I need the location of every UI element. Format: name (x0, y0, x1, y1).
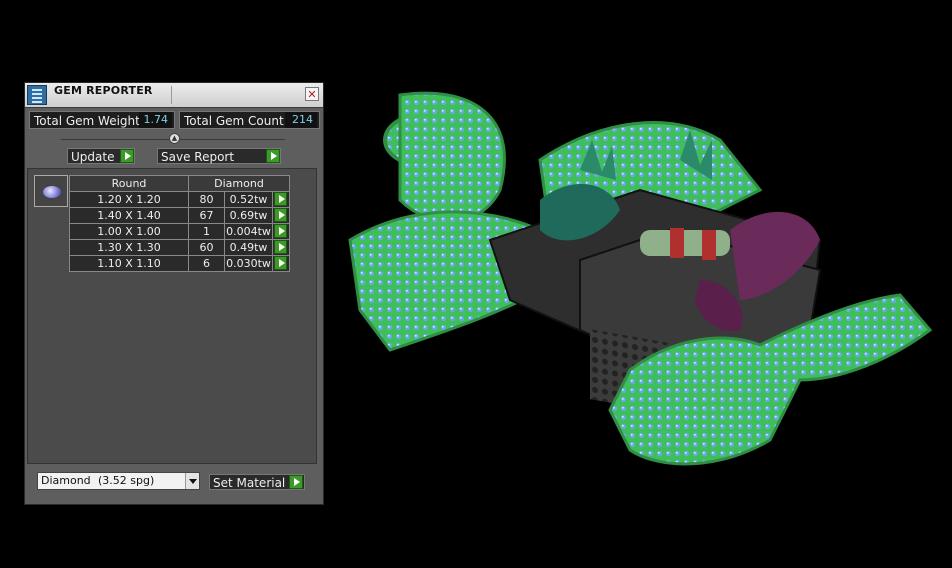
update-label: Update (71, 150, 115, 164)
chevron-down-icon[interactable] (185, 473, 199, 489)
total-gem-weight-text: Total Gem Weight (34, 114, 140, 128)
gem-table: Round Diamond 1.20 X 1.20 80 0.52tw 1.40… (69, 175, 290, 272)
update-play-icon[interactable] (120, 149, 134, 163)
row-select-button[interactable] (272, 207, 290, 224)
header-shape: Round (69, 175, 189, 192)
gem-count: 67 (188, 207, 225, 224)
row-select-button[interactable] (272, 239, 290, 256)
play-arrow-icon[interactable] (274, 192, 287, 206)
save-report-label: Save Report (161, 150, 235, 164)
table-header-row: Round Diamond (69, 175, 290, 192)
table-row: 1.00 X 1.00 1 0.004tw (69, 223, 290, 240)
close-button[interactable]: ✕ (305, 87, 319, 101)
gem-reporter-panel: GEM REPORTER ✕ Total Gem Weight 1.74 Tot… (24, 82, 324, 505)
row-select-button[interactable] (272, 255, 290, 272)
round-gem-icon[interactable] (34, 175, 68, 207)
title-bar[interactable]: GEM REPORTER ✕ (25, 83, 323, 108)
play-arrow-icon[interactable] (274, 240, 287, 254)
window-title: GEM REPORTER (54, 84, 153, 97)
gem-size: 1.20 X 1.20 (69, 191, 189, 208)
material-select[interactable]: Diamond (3.52 spg) (37, 472, 200, 490)
table-row: 1.40 X 1.40 67 0.69tw (69, 207, 290, 224)
gem-size: 1.40 X 1.40 (69, 207, 189, 224)
header-material: Diamond (188, 175, 290, 192)
table-row: 1.20 X 1.20 80 0.52tw (69, 191, 290, 208)
total-gem-count-text: Total Gem Count (184, 114, 284, 128)
gem-weight: 0.004tw (224, 223, 273, 240)
total-gem-weight-value: 1.74 (139, 112, 172, 128)
gem-weight: 0.69tw (224, 207, 273, 224)
gem-count: 6 (188, 255, 225, 272)
set-material-label: Set Material (213, 476, 286, 490)
gem-count: 1 (188, 223, 225, 240)
set-material-play-icon[interactable] (289, 475, 303, 489)
table-row: 1.30 X 1.30 60 0.49tw (69, 239, 290, 256)
gem-weight: 0.030tw (224, 255, 273, 272)
save-report-play-icon[interactable] (266, 149, 280, 163)
save-report-button[interactable]: Save Report (157, 148, 281, 164)
material-name: Diamond (41, 474, 91, 487)
gem-reporter-app-icon (27, 85, 47, 105)
gem-size: 1.00 X 1.00 (69, 223, 189, 240)
table-row: 1.10 X 1.10 6 0.030tw (69, 255, 290, 272)
play-arrow-icon[interactable] (274, 256, 287, 270)
3d-viewport[interactable] (340, 80, 940, 490)
gem-count: 80 (188, 191, 225, 208)
total-gem-count-value: 214 (285, 112, 317, 128)
row-select-button[interactable] (272, 223, 290, 240)
gem-size: 1.30 X 1.30 (69, 239, 189, 256)
pendant-model-render (348, 91, 933, 466)
row-select-button[interactable] (272, 191, 290, 208)
gem-size: 1.10 X 1.10 (69, 255, 189, 272)
slider-knob-icon[interactable]: ▲ (169, 133, 180, 144)
close-icon: ✕ (307, 88, 317, 101)
title-divider (171, 86, 172, 104)
play-arrow-icon[interactable] (274, 208, 287, 222)
material-spg: (3.52 spg) (98, 474, 155, 487)
gem-count: 60 (188, 239, 225, 256)
gem-weight: 0.49tw (224, 239, 273, 256)
gem-weight: 0.52tw (224, 191, 273, 208)
play-arrow-icon[interactable] (274, 224, 287, 238)
